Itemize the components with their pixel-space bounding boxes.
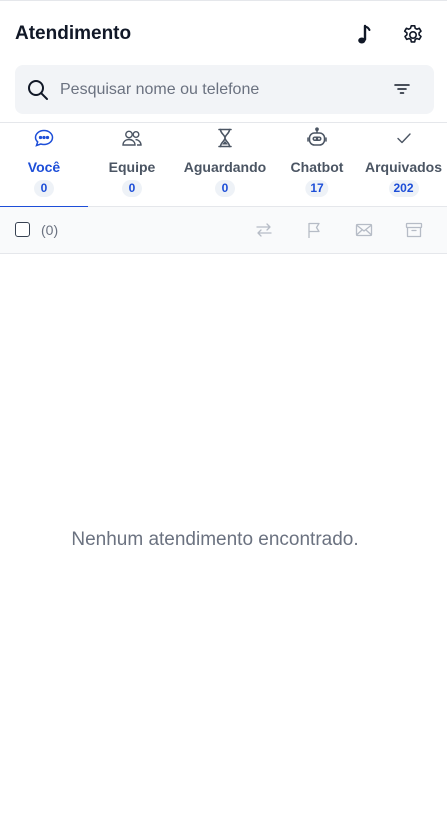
tab-label: Chatbot [290, 159, 344, 175]
envelope-icon[interactable] [354, 220, 374, 240]
selected-count: (0) [41, 222, 59, 238]
bulk-actions-bar: (0) [0, 207, 447, 254]
select-all-checkbox[interactable] [15, 222, 30, 237]
tab-label: Você [27, 159, 61, 175]
filter-icon[interactable] [393, 81, 411, 102]
music-note-icon[interactable] [350, 21, 378, 49]
tab-count-badge: 17 [305, 180, 329, 197]
archive-icon[interactable] [404, 220, 424, 240]
tab-chatbot[interactable]: Chatbot 17 [274, 123, 360, 207]
tab-label: Aguardando [183, 159, 267, 175]
hourglass-icon [214, 127, 236, 149]
tab-label: Equipe [108, 159, 156, 175]
flag-icon[interactable] [304, 220, 324, 240]
robot-icon [306, 127, 328, 149]
app-header: Atendimento [0, 1, 447, 65]
empty-state-message: Nenhum atendimento encontrado. [71, 529, 359, 550]
chat-bubble-icon [33, 127, 55, 149]
tab-bar: Você 0 Equipe 0 Aguardando 0 Chatbot 17 … [0, 122, 447, 208]
gear-icon[interactable] [399, 21, 427, 49]
page-title: Atendimento [15, 23, 132, 44]
tab-voce[interactable]: Você 0 [0, 123, 88, 208]
users-icon [121, 127, 143, 149]
tab-count-badge: 202 [388, 180, 419, 197]
tab-label: Arquivados [364, 159, 442, 175]
tab-equipe[interactable]: Equipe 0 [88, 123, 176, 207]
check-icon [393, 127, 415, 149]
tab-count-badge: 0 [122, 180, 142, 197]
search-bar [15, 65, 434, 114]
tab-count-badge: 0 [34, 180, 54, 197]
tab-count-badge: 0 [215, 180, 235, 197]
search-icon [27, 79, 49, 106]
transfer-arrows-icon[interactable] [254, 220, 274, 240]
search-input[interactable] [60, 77, 380, 103]
tab-aguardando[interactable]: Aguardando 0 [176, 123, 274, 207]
tab-arquivados[interactable]: Arquivados 202 [360, 123, 447, 207]
